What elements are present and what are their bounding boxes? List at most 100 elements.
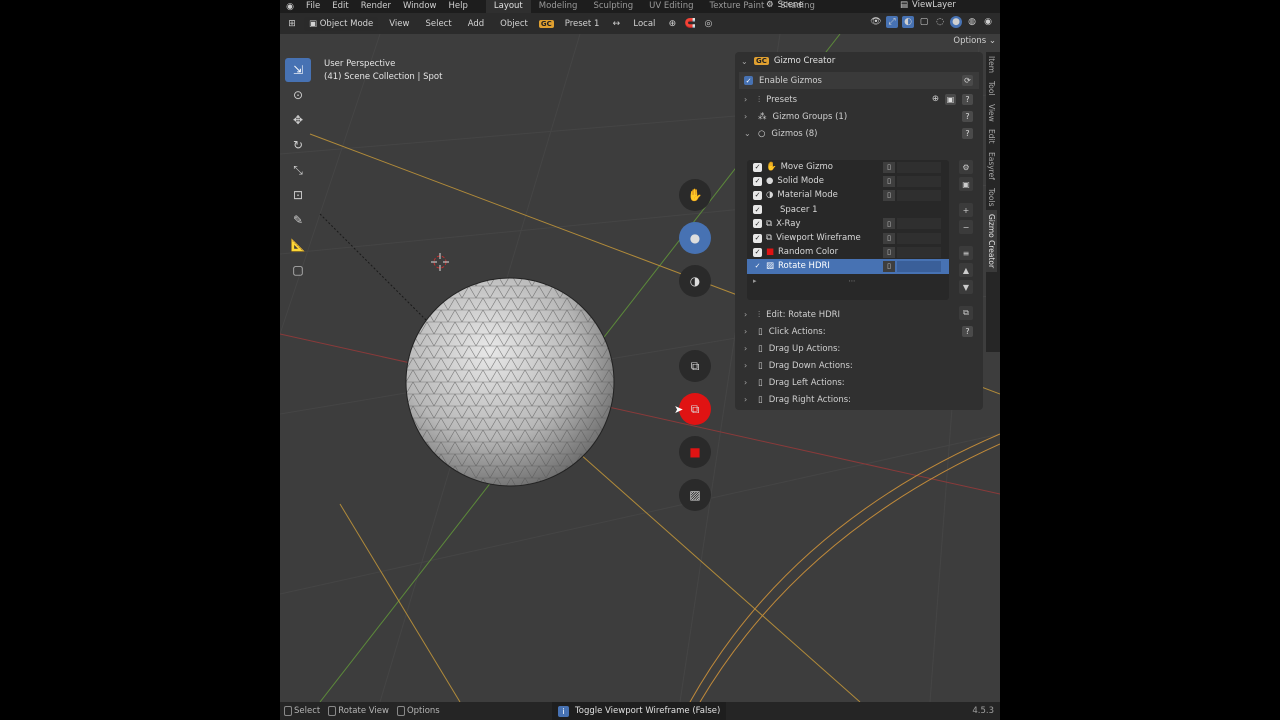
solid-mode-gizmo-button[interactable]: ● <box>679 222 711 254</box>
tab-item[interactable]: Item <box>986 52 997 77</box>
transform-tool-icon[interactable]: ⊡ <box>285 183 311 207</box>
checkbox[interactable]: ✓ <box>753 261 762 271</box>
menu-view[interactable]: View <box>384 17 414 31</box>
shortcut-field[interactable] <box>897 175 941 187</box>
checkbox[interactable]: ✓ <box>753 190 762 200</box>
proportional-icon[interactable]: ◎ <box>702 18 714 30</box>
tab-texture-paint[interactable]: Texture Paint <box>702 0 773 13</box>
editor-type-icon[interactable]: ⊞ <box>286 18 298 30</box>
select-tool-icon[interactable]: ⇲ <box>285 58 311 82</box>
list-item[interactable]: ✓ ✋ Move Gizmo ▯ <box>747 160 949 174</box>
list-item[interactable]: ✓ ⧉ X-Ray ▯ <box>747 217 949 231</box>
list-item[interactable]: ✓ ● Solid Mode ▯ <box>747 174 949 188</box>
menu-render[interactable]: Render <box>355 0 397 13</box>
scene-selector[interactable]: ⚙ Scene <box>766 0 804 10</box>
add-cube-tool-icon[interactable]: ▢ <box>285 258 311 282</box>
xray-toggle-icon[interactable]: ▢ <box>918 16 930 28</box>
annotate-tool-icon[interactable]: ✎ <box>285 208 311 232</box>
list-item[interactable]: ✓ ◑ Material Mode ▯ <box>747 188 949 202</box>
tab-tools[interactable]: Tools <box>986 184 997 210</box>
filter-arrow-icon[interactable]: ▸ <box>753 277 757 285</box>
mode-dropdown[interactable]: ▣ Object Mode <box>304 16 379 31</box>
orientation-dropdown[interactable]: Local <box>628 17 660 31</box>
tab-gizmo-creator[interactable]: Gizmo Creator <box>986 210 997 273</box>
gizmo-groups-row[interactable]: › ⁂ Gizmo Groups (1) ? <box>735 108 983 125</box>
help-icon[interactable]: ? <box>962 111 973 122</box>
tab-easyref[interactable]: Easyref <box>986 148 997 184</box>
refresh-icon[interactable]: ⟳ <box>962 75 973 86</box>
list-item[interactable]: ✓ Spacer 1 <box>747 203 949 217</box>
tab-tool[interactable]: Tool <box>986 77 997 100</box>
rotate-hdri-gizmo-button[interactable]: ▨ <box>679 479 711 511</box>
resize-handle-icon[interactable]: ⋯ <box>849 277 856 285</box>
gizmos-row[interactable]: ⌄ ○ Gizmos (8) ? <box>735 125 983 142</box>
gizmo-toggle-icon[interactable]: ⤢ <box>886 16 898 28</box>
random-color-gizmo-button[interactable]: ■ <box>679 436 711 468</box>
checkbox[interactable]: ✓ <box>753 219 762 229</box>
tab-layout[interactable]: Layout <box>485 0 531 13</box>
menu-file[interactable]: File <box>300 0 326 13</box>
move-tool-icon[interactable]: ✥ <box>285 108 311 132</box>
tab-view[interactable]: View <box>986 100 997 126</box>
checkbox[interactable]: ✓ <box>753 233 762 243</box>
shortcut-field[interactable] <box>897 189 941 201</box>
list-settings-icon[interactable]: ⚙ <box>959 160 973 174</box>
checkbox[interactable]: ✓ <box>753 162 762 172</box>
add-icon[interactable]: + <box>959 203 973 217</box>
view-layer-selector[interactable]: ▤ ViewLayer <box>900 0 956 10</box>
help-icon[interactable]: ? <box>962 326 973 337</box>
preset-dropdown[interactable]: Preset 1 <box>560 17 605 31</box>
pivot-icon[interactable]: ⊕ <box>666 18 678 30</box>
list-item[interactable]: ✓ ⧉ Viewport Wireframe ▯ <box>747 231 949 245</box>
list-item-selected[interactable]: ✓ ▨ Rotate HDRI ▯ <box>747 259 949 274</box>
enable-gizmos-checkbox[interactable]: ✓ <box>744 76 753 85</box>
menu-object[interactable]: Object <box>495 17 533 31</box>
shortcut-field[interactable] <box>897 161 941 173</box>
wireframe-gizmo-button[interactable]: ⧉ <box>679 393 711 425</box>
material-mode-gizmo-button[interactable]: ◑ <box>679 265 711 297</box>
panel-header[interactable]: ⌄ GC Gizmo Creator <box>735 52 983 70</box>
snap-icon[interactable]: 🧲 <box>684 18 696 30</box>
tab-sculpting[interactable]: Sculpting <box>585 0 641 13</box>
list-item[interactable]: ✓ ■ Random Color ▯ <box>747 245 949 259</box>
button-icon[interactable]: ▯ <box>883 218 895 230</box>
button-icon[interactable]: ▯ <box>883 161 895 173</box>
globe-icon[interactable]: ⊕ <box>932 94 939 105</box>
rotate-tool-icon[interactable]: ↻ <box>285 133 311 157</box>
edit-row[interactable]: › ⫶ Edit: Rotate HDRI <box>735 306 983 323</box>
checkbox[interactable]: ✓ <box>753 205 762 215</box>
shortcut-field[interactable] <box>897 232 941 244</box>
list-save-icon[interactable]: ▣ <box>959 177 973 191</box>
tab-edit[interactable]: Edit <box>986 125 997 148</box>
solid-shading-icon[interactable]: ● <box>950 16 962 28</box>
button-icon[interactable]: ▯ <box>883 175 895 187</box>
overlay-toggle-icon[interactable]: ◐ <box>902 16 914 28</box>
drag-left-actions-row[interactable]: › ▯ Drag Left Actions: <box>735 374 983 391</box>
button-icon[interactable]: ▯ <box>883 246 895 258</box>
button-icon[interactable]: ▯ <box>883 232 895 244</box>
click-actions-row[interactable]: › ▯ Click Actions: ? <box>735 323 983 340</box>
menu-icon[interactable]: ≡ <box>959 246 973 260</box>
scale-tool-icon[interactable]: ⤡ <box>285 158 311 182</box>
wireframe-shading-icon[interactable]: ◌ <box>934 16 946 28</box>
shortcut-field[interactable] <box>897 218 941 230</box>
measure-tool-icon[interactable]: 📐 <box>285 233 311 257</box>
help-icon[interactable]: ? <box>962 94 973 105</box>
remove-icon[interactable]: − <box>959 220 973 234</box>
menu-help[interactable]: Help <box>442 0 473 13</box>
material-shading-icon[interactable]: ◍ <box>966 16 978 28</box>
drag-right-actions-row[interactable]: › ▯ Drag Right Actions: <box>735 391 983 408</box>
move-down-icon[interactable]: ▼ <box>959 280 973 294</box>
checkbox[interactable]: ✓ <box>753 176 762 186</box>
shortcut-field[interactable] <box>897 246 941 258</box>
menu-window[interactable]: Window <box>397 0 443 13</box>
save-icon[interactable]: ▣ <box>945 94 956 105</box>
tab-modeling[interactable]: Modeling <box>531 0 586 13</box>
options-dropdown[interactable]: Options ⌄ <box>953 36 996 46</box>
menu-select[interactable]: Select <box>420 17 456 31</box>
menu-add[interactable]: Add <box>463 17 489 31</box>
drag-up-actions-row[interactable]: › ▯ Drag Up Actions: <box>735 340 983 357</box>
tab-uv-editing[interactable]: UV Editing <box>641 0 701 13</box>
button-icon[interactable]: ▯ <box>883 189 895 201</box>
visibility-icon[interactable]: 👁 <box>870 16 882 28</box>
